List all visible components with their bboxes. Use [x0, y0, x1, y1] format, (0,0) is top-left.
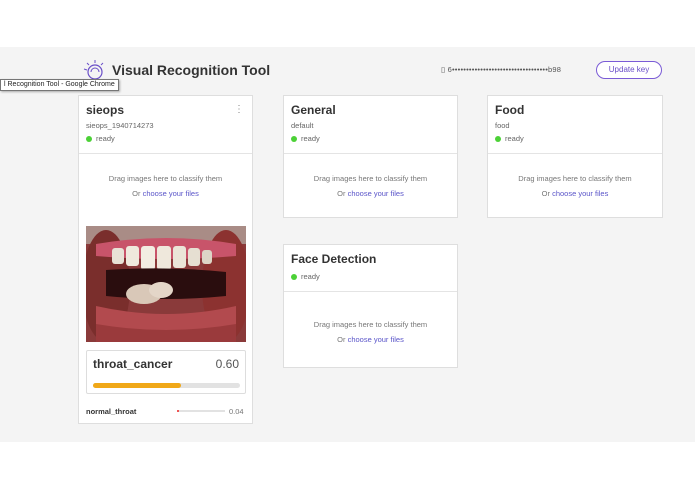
image-drop-zone[interactable]: Drag images here to classify them Or cho…	[284, 154, 457, 218]
drop-instructions: Drag images here to classify them	[313, 320, 428, 329]
classifier-card-sieops: sieops sieops_1940714273 ready ⋮ Drag im…	[78, 95, 253, 424]
card-header: Face Detection ready	[284, 245, 457, 292]
status-text: ready	[96, 134, 115, 143]
drop-alternative: Or choose your files	[79, 189, 252, 198]
classifier-id: food	[495, 121, 510, 130]
classifier-name: Face Detection	[291, 252, 377, 266]
classifier-card-food: Food food ready Drag images here to clas…	[487, 95, 663, 218]
classifier-card-face-detection: Face Detection ready Drag images here to…	[283, 244, 458, 368]
update-key-button[interactable]: Update key	[596, 61, 662, 79]
drop-or-text: Or	[337, 189, 348, 198]
class-name: throat_cancer	[93, 357, 173, 371]
status-text: ready	[301, 134, 320, 143]
status-text: ready	[301, 272, 320, 281]
card-header: Food food ready	[488, 96, 662, 154]
classifier-name: Food	[495, 103, 525, 117]
status-indicator: ready	[495, 134, 655, 143]
drop-alternative: Or choose your files	[284, 189, 457, 198]
top-classification-result: throat_cancer 0.60	[86, 350, 246, 394]
drop-alternative: Or choose your files	[284, 335, 457, 344]
status-indicator: ready	[291, 134, 450, 143]
status-indicator: ready	[86, 134, 245, 143]
status-dot-icon	[495, 135, 501, 142]
image-drop-zone[interactable]: Drag images here to classify them Or cho…	[284, 292, 457, 356]
class-score: 0.60	[215, 357, 239, 371]
drop-instructions: Drag images here to classify them	[518, 174, 632, 183]
drop-instructions: Drag images here to classify them	[313, 174, 428, 183]
drop-alternative: Or choose your files	[488, 189, 662, 198]
drop-or-text: Or	[337, 335, 348, 344]
api-key-display: ▯ 6••••••••••••••••••••••••••••••••••b98	[441, 65, 562, 74]
classifier-id: sieops_1940714273	[86, 121, 154, 130]
status-indicator: ready	[291, 272, 450, 281]
classifier-name: General	[291, 103, 336, 117]
secondary-class-score: 0.04	[229, 407, 244, 416]
classifier-name: sieops	[86, 103, 125, 117]
more-options-icon[interactable]: ⋮	[234, 105, 244, 115]
image-drop-zone[interactable]: Drag images here to classify them Or cho…	[79, 154, 252, 218]
classifier-id: default	[291, 121, 314, 130]
card-header: General default ready	[284, 96, 457, 154]
choose-files-link[interactable]: choose your files	[348, 189, 404, 198]
drop-or-text: Or	[132, 189, 143, 198]
drop-instructions: Drag images here to classify them	[108, 174, 223, 183]
window-tooltip: l Recognition Tool - Google Chrome	[0, 79, 119, 91]
status-dot-icon	[86, 135, 92, 142]
choose-files-link[interactable]: choose your files	[143, 189, 199, 198]
choose-files-link[interactable]: choose your files	[552, 189, 608, 198]
score-bar-fill	[93, 383, 182, 388]
status-text: ready	[505, 134, 524, 143]
choose-files-link[interactable]: choose your files	[348, 335, 404, 344]
status-dot-icon	[291, 135, 297, 142]
secondary-score-bar-fill	[177, 410, 179, 412]
app-window: Visual Recognition Tool ▯ 6•••••••••••••…	[0, 0, 695, 494]
app-title: Visual Recognition Tool	[112, 62, 271, 78]
classified-image	[86, 226, 246, 342]
secondary-class-name: normal_throat	[86, 407, 137, 416]
card-header: sieops sieops_1940714273 ready ⋮	[79, 96, 252, 154]
secondary-score-bar	[177, 410, 225, 412]
drop-or-text: Or	[541, 189, 553, 198]
image-drop-zone[interactable]: Drag images here to classify them Or cho…	[488, 154, 662, 218]
classifier-card-general: General default ready Drag images here t…	[283, 95, 458, 218]
status-dot-icon	[291, 273, 297, 280]
score-bar	[93, 383, 240, 388]
